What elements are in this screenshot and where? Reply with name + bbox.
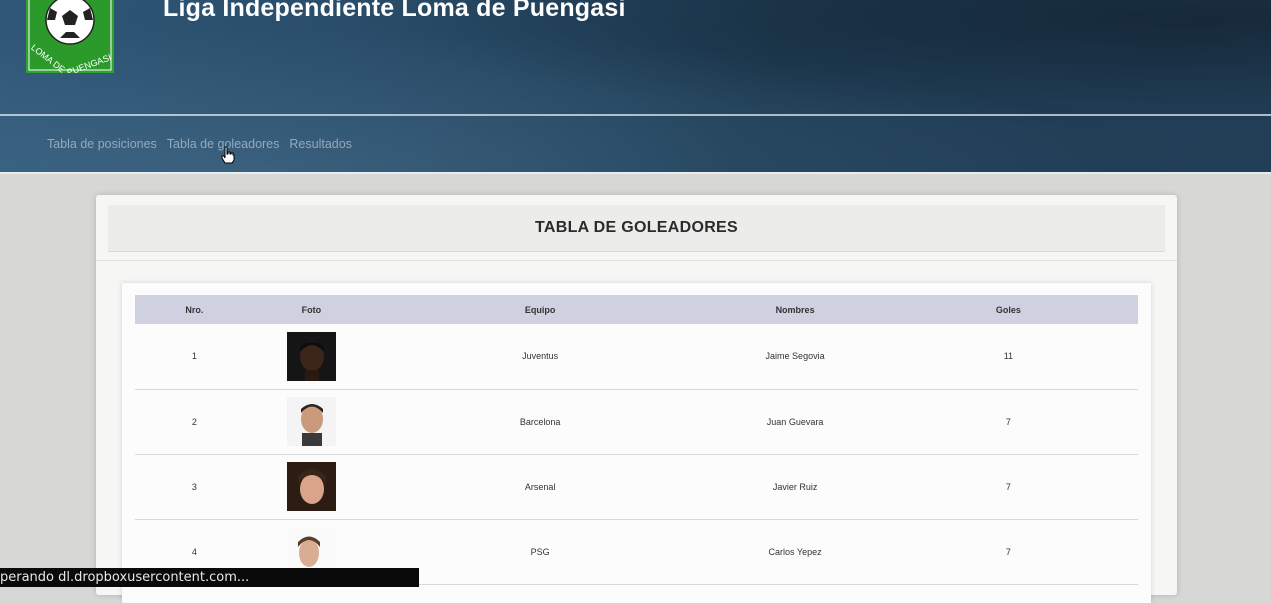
cell-equipo: Arsenal	[524, 481, 556, 492]
cell-equipo: PSG	[530, 546, 550, 557]
site-header: LOMA DE PUENGASI Liga Independiente Loma…	[0, 0, 1271, 174]
site-title: Liga Independiente Loma de Puengasi	[163, 0, 626, 22]
table-row: 2 Barcelona Juan Guevara 7	[135, 389, 1138, 454]
cell-foto	[254, 389, 369, 454]
player-photo[interactable]	[286, 331, 336, 381]
cell-goles: 7	[1005, 416, 1011, 427]
cell-equipo: Barcelona	[519, 416, 561, 427]
cell-nombre: Carlos Yepez	[768, 546, 822, 557]
cell-nombre: Javier Ruiz	[772, 481, 818, 492]
table-row: 3 Arsenal Javier Ruiz 7	[135, 454, 1138, 519]
column-header-foto[interactable]: Foto	[254, 295, 369, 324]
main-nav: Tabla de posiciones Tabla de goleadores …	[47, 137, 352, 151]
cell-nombre: Jaime Segovia	[765, 351, 825, 362]
card-title: TABLA DE GOLEADORES	[534, 219, 739, 236]
nav-item-tabla-posiciones[interactable]: Tabla de posiciones	[47, 137, 157, 151]
cell-nro: 2	[191, 416, 197, 427]
player-photo[interactable]	[286, 462, 336, 511]
column-header-nombres[interactable]: Nombres	[711, 295, 878, 324]
header-bottom-border	[0, 172, 1271, 174]
card-divider	[96, 260, 1177, 261]
cell-nombre: Juan Guevara	[766, 416, 824, 427]
cell-goles: 7	[1005, 481, 1011, 492]
cell-goles: 7	[1005, 546, 1011, 557]
table-header-row: Nro. Foto Equipo Nombres Goles	[135, 295, 1138, 324]
nav-item-resultados[interactable]: Resultados	[289, 137, 352, 151]
card-header: TABLA DE GOLEADORES	[108, 205, 1165, 252]
cell-goles: 11	[1003, 351, 1014, 362]
header-divider	[0, 114, 1271, 116]
cell-nro: 3	[191, 481, 197, 492]
hand-cursor-icon	[221, 146, 235, 164]
cell-foto	[254, 454, 369, 519]
scorers-table: Nro. Foto Equipo Nombres Goles 1 Juventu…	[135, 295, 1138, 585]
player-photo[interactable]	[286, 397, 336, 446]
browser-status-bar: perando dl.dropboxusercontent.com...	[0, 568, 419, 587]
table-panel: Nro. Foto Equipo Nombres Goles 1 Juventu…	[122, 283, 1151, 603]
cell-nro: 1	[191, 351, 197, 362]
cell-foto	[254, 324, 369, 389]
goleadores-card: TABLA DE GOLEADORES Nro. Foto Equipo Nom…	[96, 195, 1177, 603]
column-header-goles[interactable]: Goles	[879, 295, 1138, 324]
cell-equipo: Juventus	[522, 351, 559, 362]
column-header-equipo[interactable]: Equipo	[369, 295, 711, 324]
table-row: 1 Juventus Jaime Segovia 11	[135, 324, 1138, 389]
league-logo[interactable]: LOMA DE PUENGASI	[26, 0, 114, 73]
column-header-nro[interactable]: Nro.	[135, 295, 254, 324]
